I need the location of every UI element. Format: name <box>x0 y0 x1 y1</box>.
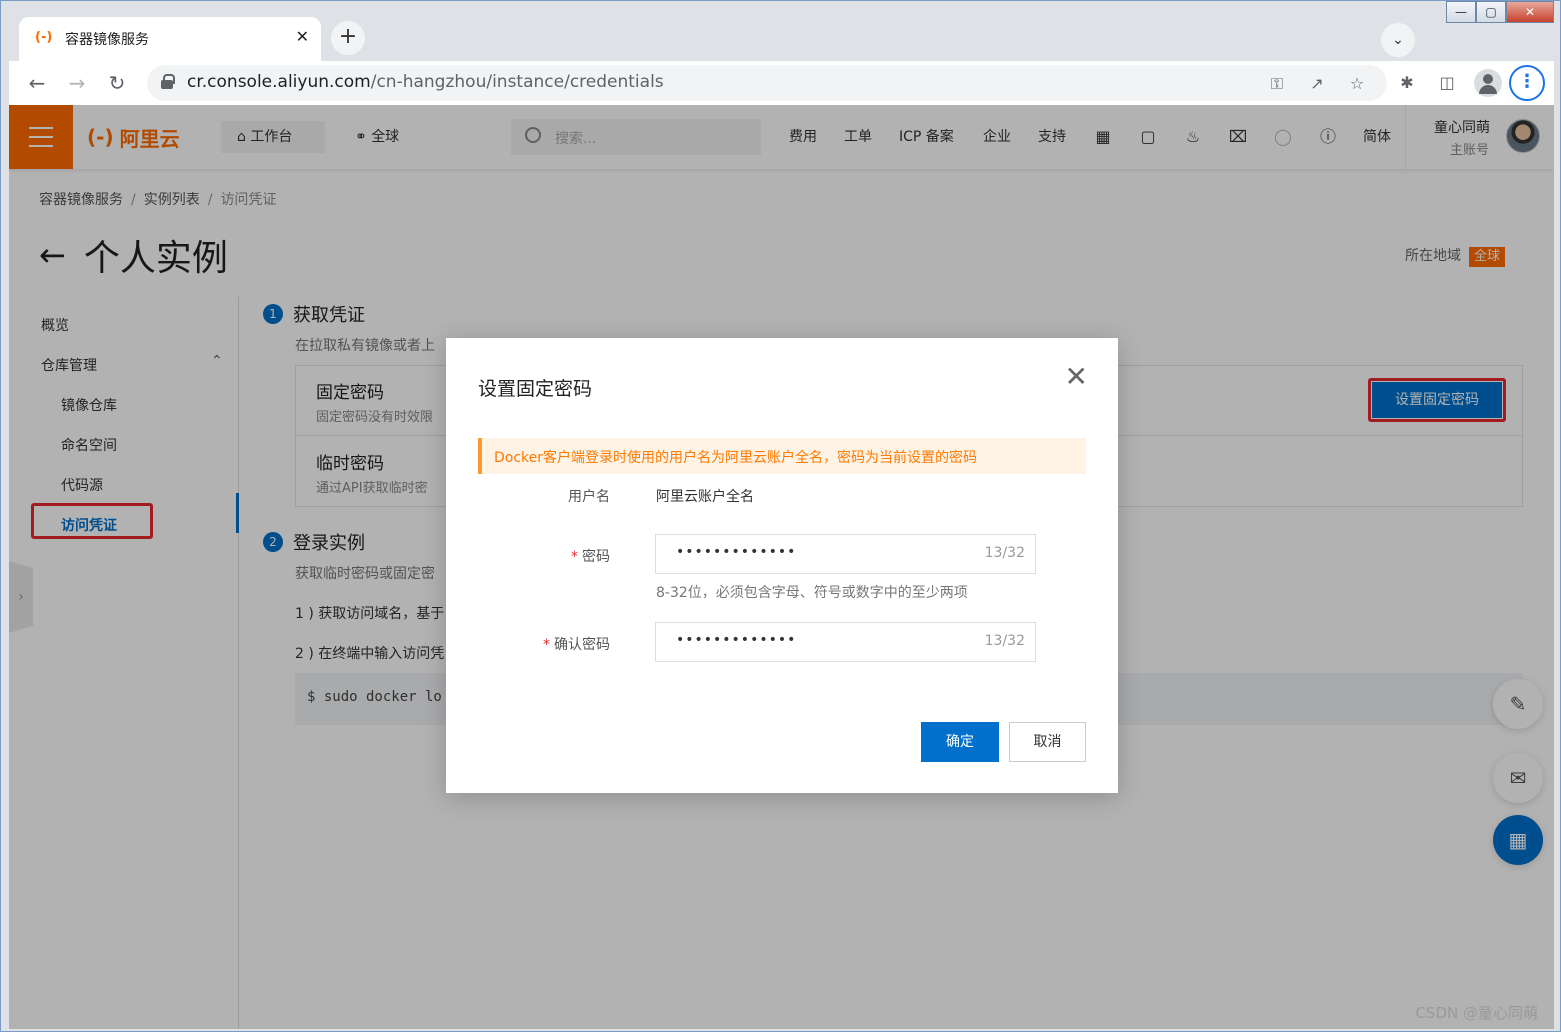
password-label: * 密码 <box>571 549 610 565</box>
maximize-button[interactable]: ▢ <box>1476 1 1506 23</box>
bookmark-star-icon[interactable]: ☆ <box>1345 72 1369 96</box>
profile-avatar-icon[interactable] <box>1474 69 1502 97</box>
tab-title: 容器镜像服务 <box>65 32 149 48</box>
confirm-password-value: ••••••••••••• <box>676 632 797 648</box>
browser-window: (-) 容器镜像服务 ✕ + ⌄ — ▢ ✕ ← → ↻ cr.console.… <box>0 0 1561 1032</box>
back-arrow-icon[interactable]: ← <box>23 69 51 97</box>
browser-toolbar: ← → ↻ cr.console.aliyun.com/cn-hangzhou/… <box>9 61 1554 105</box>
confirm-password-label: * 确认密码 <box>543 637 610 653</box>
share-icon[interactable]: ↗ <box>1305 72 1329 96</box>
extensions-puzzle-icon[interactable]: ✱ <box>1393 69 1421 97</box>
set-fixed-password-dialog: 设置固定密码 ✕ Docker客户端登录时使用的用户名为阿里云账户全名，密码为当… <box>446 338 1118 793</box>
dialog-close-icon[interactable]: ✕ <box>1065 360 1088 393</box>
password-hint: 8-32位，必须包含字母、符号或数字中的至少两项 <box>656 585 968 601</box>
tab-strip: (-) 容器镜像服务 ✕ + ⌄ — ▢ ✕ <box>1 1 1560 61</box>
dialog-title: 设置固定密码 <box>478 378 593 400</box>
forward-arrow-icon[interactable]: → <box>63 69 91 97</box>
minimize-button[interactable]: — <box>1446 1 1476 23</box>
url-text: cr.console.aliyun.com/cn-hangzhou/instan… <box>187 72 664 92</box>
tab-close-icon[interactable]: ✕ <box>296 27 309 46</box>
page-viewport: (-) 阿里云 ⌂ 工作台 ⚭ 全球 搜索... 费用 工单 ICP 备案 企业… <box>9 105 1554 1029</box>
tab-search-chevron-icon[interactable]: ⌄ <box>1381 23 1415 57</box>
aliyun-favicon-icon: (-) <box>35 30 53 45</box>
browser-menu-kebab-icon[interactable]: ⋮ <box>1509 65 1545 101</box>
lock-icon <box>161 74 175 89</box>
close-window-button[interactable]: ✕ <box>1506 1 1554 23</box>
reload-icon[interactable]: ↻ <box>103 69 131 97</box>
new-tab-button[interactable]: + <box>331 21 365 55</box>
confirm-button[interactable]: 确定 <box>921 722 999 762</box>
password-input[interactable]: ••••••••••••• 13/32 <box>655 534 1036 574</box>
confirm-password-input[interactable]: ••••••••••••• 13/32 <box>655 622 1036 662</box>
username-label: 用户名 <box>568 489 610 505</box>
username-value: 阿里云账户全名 <box>656 489 754 505</box>
password-char-count: 13/32 <box>984 545 1025 561</box>
side-panel-icon[interactable]: ◫ <box>1433 69 1461 97</box>
window-controls: — ▢ ✕ <box>1446 1 1554 23</box>
address-bar[interactable]: cr.console.aliyun.com/cn-hangzhou/instan… <box>147 65 1387 101</box>
browser-tab[interactable]: (-) 容器镜像服务 ✕ <box>19 17 321 61</box>
cancel-button[interactable]: 取消 <box>1009 722 1086 762</box>
password-value: ••••••••••••• <box>676 544 797 560</box>
key-icon[interactable]: ⚿ <box>1265 72 1289 96</box>
confirm-password-char-count: 13/32 <box>984 633 1025 649</box>
dialog-notice: Docker客户端登录时使用的用户名为阿里云账户全名，密码为当前设置的密码 <box>478 438 1086 474</box>
csdn-watermark: CSDN @童心同萌 <box>1415 1004 1538 1022</box>
